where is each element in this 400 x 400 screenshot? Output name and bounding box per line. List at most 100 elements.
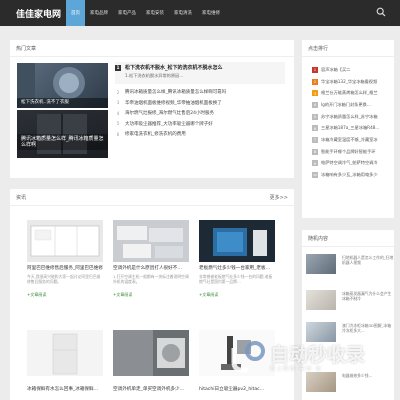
article-card[interactable]: 老板燃气灶多少钱一台家用_老板… 非常感谢老板燃气灶多少钱一台的问题,老板燃气灶… [199, 220, 275, 298]
rank-item[interactable]: 1 容声冰箱【买二 [312, 64, 394, 76]
list-item[interactable]: 6 修家电洗衣机_修洗衣机的费用 [115, 129, 285, 140]
rank-item[interactable]: 6 三星冰箱187a_三星冰箱R48… [312, 122, 394, 134]
article-card[interactable]: 冰箱保鲜有水怎么回事_冰箱保鲜… [27, 330, 103, 392]
card-title[interactable]: 冰箱保鲜有水怎么回事_冰箱保鲜… [27, 386, 103, 392]
rank-item[interactable]: 5 苏宁冰箱质量怎么样_苏宁冰箱 [312, 111, 394, 123]
card-desc: 非常感谢老板燃气灶多少钱一台的问题,老板燃气灶是国内第一品牌… [199, 274, 273, 284]
card-read-link[interactable]: +文章阅读 [199, 292, 275, 298]
rank-number: 3 [115, 99, 121, 106]
card-title[interactable]: 老板燃气灶多少钱一台家用_老板… [199, 265, 275, 271]
rank-text[interactable]: 智能手环哪个品牌好智能手环 [321, 149, 375, 155]
site-logo[interactable]: 佳佳家电网 [16, 7, 66, 20]
rank-number: 9 [312, 160, 318, 167]
nav-item-repair[interactable]: 家电维修 [197, 0, 225, 26]
ac-units-image [117, 226, 183, 258]
hero-image-washer[interactable]: 松下洗衣机..洗不了衣服 [17, 63, 108, 108]
random-text[interactable]: 冰箱蒸发器漏气为什么会产生冰箱不制冷 [342, 291, 394, 311]
featured-article[interactable]: 1 松下洗衣机不脱水_松下的洗衣机不脱水怎么 1.松下洗衣机脱水异常的原因... [115, 62, 285, 84]
card-desc: 1.打开空调主机一般都有一块标注着说明空调外机的温度表。 [113, 274, 189, 284]
rank-number: 6 [115, 131, 121, 138]
rank-item[interactable]: 2 华宝冰箱132_华宝冰箱看视频 [312, 76, 394, 88]
rank-number: 3 [312, 90, 318, 97]
card-thumbnail[interactable] [27, 220, 103, 262]
card-thumbnail[interactable] [199, 220, 275, 262]
card-title[interactable]: 空调外机单走_单买空调外机多少… [113, 386, 189, 392]
rank-text[interactable]: lg的开门冰箱门封条更换… [321, 102, 371, 108]
more-link[interactable]: 更多>> [270, 194, 288, 201]
card-thumbnail[interactable] [113, 330, 189, 376]
random-header: 随机内容 [302, 230, 394, 247]
rank-text[interactable]: 格兰仕万能蒸烤箱怎么样_格兰 [321, 90, 378, 96]
list-item[interactable]: 3 华帝油烟机面板维修视频_华帝抽油烟机面板换了 [115, 98, 285, 109]
article-card[interactable]: 阿里巴巴维修售后服务_阿里巴巴维修 今天,我很高兴能和大家一起讨论阿里巴巴维修售… [27, 220, 103, 298]
card-title[interactable]: 空调外机是什么原因打人很好不… [113, 265, 189, 271]
rank-number: 1 [312, 66, 318, 73]
list-item-text[interactable]: 海尔燃气灶报修_海尔燃气灶售后24小时服务 [125, 110, 214, 116]
hot-articles-title: 热门文章 [16, 46, 37, 52]
rank-item[interactable]: 3 格兰仕万能蒸烤箱怎么样_格兰 [312, 87, 394, 99]
info-header: 资讯 更多>> [10, 189, 294, 206]
random-text[interactable]: 扫地机器人是怎么工作的_扫地机器人视频 [342, 255, 394, 275]
article-card[interactable]: 空调外机是什么原因打人很好不… 1.打开空调主机一般都有一块标注着说明空调外机的… [113, 220, 189, 298]
rank-item[interactable]: 8 智能手环哪个品牌好智能手环 [312, 146, 394, 158]
list-item-text[interactable]: 华帝油烟机面板维修视频_华帝抽油烟机面板换了 [125, 100, 222, 106]
article-card[interactable]: 空调外机单走_单买空调外机多少… [113, 330, 189, 392]
rank-number: 8 [312, 148, 318, 155]
rank-title: 点击排行 [308, 46, 329, 52]
rank-text[interactable]: 冰箱冷藏室温度不够_冷藏室冰 [321, 137, 378, 143]
card-read-link[interactable]: +文章阅读 [27, 292, 103, 298]
rank-number: 5 [115, 120, 121, 127]
rank-number: 6 [312, 125, 318, 132]
search-icon[interactable] [376, 7, 386, 17]
list-item[interactable]: 4 海尔燃气灶报修_海尔燃气灶售后24小时服务 [115, 108, 285, 119]
card-title[interactable]: hitachi日立吸尘器pv2_hitac… [199, 386, 275, 392]
rank-number: 10 [312, 172, 318, 179]
rank-number: 4 [115, 110, 121, 117]
rank-item[interactable]: 4 lg的开门冰箱门封条更换… [312, 99, 394, 111]
rank-number: 4 [312, 101, 318, 108]
card-title[interactable]: 阿里巴巴维修售后服务_阿里巴巴维修 [27, 265, 103, 271]
featured-title[interactable]: 松下洗衣机不脱水_松下的洗衣机不脱水怎么 [125, 64, 223, 71]
random-thumbnail[interactable] [306, 254, 336, 274]
info-title: 资讯 [16, 195, 27, 201]
rank-number: 7 [312, 136, 318, 143]
nav-item-cleaning[interactable]: 家电清洗 [169, 0, 197, 26]
rank-text[interactable]: 三星冰箱187a_三星冰箱R48… [321, 125, 380, 131]
watermark-logo [231, 341, 265, 373]
site-watermark: 自动秒收录 数 上 精 选 · 来 访 · 友 [228, 338, 398, 378]
rank-item[interactable]: 7 冰箱冷藏室温度不够_冷藏室冰 [312, 134, 394, 146]
rank-text[interactable]: 容声冰箱【买二 [321, 67, 350, 73]
nav-item-home[interactable]: 首页 [66, 0, 85, 26]
rank-number: 1 [115, 64, 121, 71]
nav-item-products[interactable]: 家电产品 [113, 0, 141, 26]
random-title: 随机内容 [308, 236, 329, 242]
rank-number: 5 [312, 113, 318, 120]
list-item-text[interactable]: 大功率吸尘器推荐_大功率吸尘器哪个牌子好 [125, 121, 213, 127]
rank-item[interactable]: 9 帕萨特空调冷气_帕萨特空调冷 [312, 158, 394, 170]
nav-item-install[interactable]: 家电安装 [141, 0, 169, 26]
random-item[interactable]: 冰箱蒸发器漏气为什么会产生冰箱不制冷 [306, 290, 394, 312]
list-item[interactable]: 2 腾讯冰箱质量怎么样_腾讯冰箱质量怎么样啊可靠吗 [115, 87, 285, 98]
rank-text[interactable]: 华宝冰箱132_华宝冰箱看视频 [321, 79, 377, 85]
card-thumbnail[interactable] [27, 330, 103, 376]
watermark-text: 自动秒收录 [270, 344, 366, 366]
floor-plan-image [30, 225, 100, 257]
random-thumbnail[interactable] [306, 290, 336, 310]
list-item-text[interactable]: 腾讯冰箱质量怎么样_腾讯冰箱质量怎么样啊可靠吗 [125, 89, 226, 95]
list-item[interactable]: 5 大功率吸尘器推荐_大功率吸尘器哪个牌子好 [115, 119, 285, 130]
hero-image-fridge[interactable]: 腾讯冰箱质量怎么样_腾讯冰箱质量怎么样啊 [17, 110, 108, 158]
rank-item[interactable]: 10 冰箱响有多少瓦_冰箱用电多少 [312, 169, 394, 181]
rank-text[interactable]: 苏宁冰箱质量怎么样_苏宁冰箱 [321, 114, 378, 120]
random-item[interactable]: 扫地机器人是怎么工作的_扫地机器人视频 [306, 254, 394, 276]
card-thumbnail[interactable] [113, 220, 189, 262]
hot-articles-header: 热门文章 [10, 40, 294, 57]
nav-item-brands[interactable]: 家电品牌 [85, 0, 113, 26]
card-read-link[interactable]: +文章阅读 [113, 292, 189, 298]
watermark-sub: 数 上 精 选 · 来 访 · 友 [270, 366, 321, 372]
list-item-text[interactable]: 修家电洗衣机_修洗衣机的费用 [125, 131, 186, 137]
featured-desc: 1.松下洗衣机脱水异常的原因... [125, 73, 184, 78]
rank-text[interactable]: 冰箱响有多少瓦_冰箱用电多少 [321, 172, 378, 178]
rank-text[interactable]: 帕萨特空调冷气_帕萨特空调冷 [321, 160, 378, 166]
card-desc: 今天,我很高兴能和大家一起讨论阿里巴巴维修售后服务的问题。 [27, 274, 101, 284]
hero-caption-1: 松下洗衣机..洗不了衣服 [17, 98, 108, 108]
